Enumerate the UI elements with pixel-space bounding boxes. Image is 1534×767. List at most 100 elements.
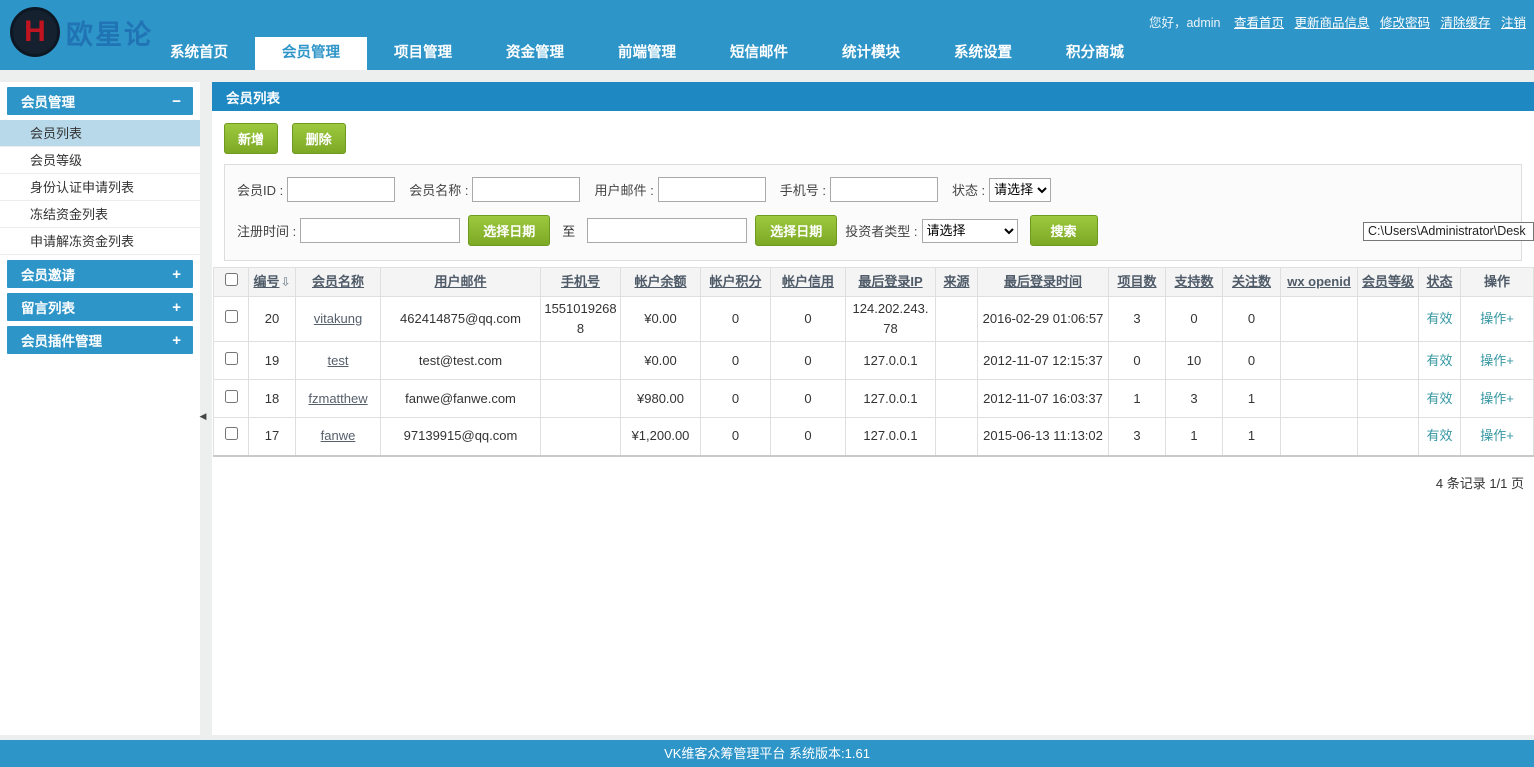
nav-tab-frontend-management[interactable]: 前端管理 xyxy=(591,37,703,70)
nav-tab-member-management[interactable]: 会员管理 xyxy=(255,37,367,70)
status-link[interactable]: 有效 xyxy=(1426,428,1452,443)
header-email: 用户邮件 xyxy=(380,267,541,297)
pick-date-from-button[interactable]: 选择日期 xyxy=(468,215,551,246)
sort-wx-openid-link[interactable]: wx openid xyxy=(1287,274,1351,289)
expand-plus-icon[interactable]: + xyxy=(172,266,181,283)
member-name-link[interactable]: fzmatthew xyxy=(308,391,367,406)
header-last-login-time: 最后登录时间 xyxy=(977,267,1109,297)
nav-tab-funds-management[interactable]: 资金管理 xyxy=(479,37,591,70)
cell-source xyxy=(935,379,978,418)
phone-input[interactable] xyxy=(829,177,938,202)
sidebar-item-identity-verification-list[interactable]: 身份认证申请列表 xyxy=(0,174,200,201)
expand-plus-icon[interactable]: + xyxy=(172,299,181,316)
cell-status: 有效 xyxy=(1418,341,1461,380)
expand-plus-icon[interactable]: + xyxy=(172,332,181,349)
add-button[interactable]: 新增 xyxy=(224,123,279,154)
change-password-link[interactable]: 修改密码 xyxy=(1380,16,1430,30)
header-action: 操作 xyxy=(1460,267,1534,297)
cell-source xyxy=(935,296,978,342)
action-link[interactable]: 操作+ xyxy=(1480,428,1514,443)
footer-bar: VK维客众筹管理平台 系统版本:1.61 xyxy=(0,740,1534,767)
pick-date-to-button[interactable]: 选择日期 xyxy=(755,215,838,246)
status-label: 状态 : xyxy=(951,183,986,198)
cell-wx-openid xyxy=(1280,341,1358,380)
sort-balance-link[interactable]: 帐户余额 xyxy=(634,274,686,289)
status-link[interactable]: 有效 xyxy=(1426,391,1452,406)
member-id-input[interactable] xyxy=(287,177,396,202)
row-checkbox[interactable] xyxy=(224,351,238,365)
row-checkbox[interactable] xyxy=(224,389,238,403)
sort-points-link[interactable]: 帐户积分 xyxy=(709,274,761,289)
member-table: 编号⇩ 会员名称 用户邮件 手机号 帐户余额 帐户积分 帐户信用 最后登录IP … xyxy=(213,267,1534,457)
nav-tab-system-settings[interactable]: 系统设置 xyxy=(927,37,1039,70)
nav-tab-points-mall[interactable]: 积分商城 xyxy=(1039,37,1151,70)
nav-tab-statistics-module[interactable]: 统计模块 xyxy=(815,37,927,70)
nav-tab-project-management[interactable]: 项目管理 xyxy=(367,37,479,70)
select-all-checkbox[interactable] xyxy=(224,273,238,286)
sort-follow-count-link[interactable]: 关注数 xyxy=(1232,274,1271,289)
cell-member-name: vitakung xyxy=(295,296,381,342)
sidebar-item-unfreeze-request-list[interactable]: 申请解冻资金列表 xyxy=(0,228,200,255)
sort-status-link[interactable]: 状态 xyxy=(1426,274,1452,289)
logout-link[interactable]: 注销 xyxy=(1501,16,1526,30)
member-name-link[interactable]: fanwe xyxy=(321,428,356,443)
sidebar-member-items: 会员列表 会员等级 身份认证申请列表 冻结资金列表 申请解冻资金列表 xyxy=(0,120,200,255)
collapse-minus-icon[interactable]: − xyxy=(172,93,181,110)
sort-project-count-link[interactable]: 项目数 xyxy=(1117,274,1156,289)
action-link[interactable]: 操作+ xyxy=(1480,391,1514,406)
cell-phone xyxy=(540,417,621,456)
register-time-from-input[interactable] xyxy=(300,218,461,243)
update-product-info-link[interactable]: 更新商品信息 xyxy=(1294,16,1369,30)
cell-balance: ¥0.00 xyxy=(620,341,701,380)
row-checkbox[interactable] xyxy=(224,310,238,323)
sidebar-collapse-handle[interactable]: ◀ xyxy=(198,396,208,436)
cell-last-login-time: 2012-11-07 12:15:37 xyxy=(977,341,1109,380)
sidebar-item-member-list[interactable]: 会员列表 xyxy=(0,120,200,147)
action-link[interactable]: 操作+ xyxy=(1480,311,1514,326)
sidebar-section-message-list[interactable]: 留言列表 + xyxy=(7,293,193,321)
row-select-cell xyxy=(213,341,249,380)
sort-email-link[interactable]: 用户邮件 xyxy=(434,274,486,289)
sort-id-link[interactable]: 编号 xyxy=(253,274,279,289)
member-table-body: 20 vitakung 462414875@qq.com 15510192688… xyxy=(213,296,1534,456)
cell-wx-openid xyxy=(1280,417,1358,456)
sort-last-ip-link[interactable]: 最后登录IP xyxy=(858,274,922,289)
sort-down-icon[interactable]: ⇩ xyxy=(280,272,290,292)
sort-source-link[interactable]: 来源 xyxy=(943,274,969,289)
row-checkbox[interactable] xyxy=(224,427,238,441)
header-phone: 手机号 xyxy=(540,267,621,297)
status-link[interactable]: 有效 xyxy=(1426,353,1452,368)
delete-button[interactable]: 删除 xyxy=(291,123,346,154)
phone-label: 手机号 : xyxy=(779,183,826,198)
search-button[interactable]: 搜索 xyxy=(1029,215,1098,246)
member-name-input[interactable] xyxy=(472,177,581,202)
member-name-link[interactable]: vitakung xyxy=(314,311,362,326)
register-time-to-input[interactable] xyxy=(587,218,748,243)
sidebar-section-member-invite[interactable]: 会员邀请 + xyxy=(7,260,193,288)
nav-tab-sms-email[interactable]: 短信邮件 xyxy=(703,37,815,70)
clear-cache-link[interactable]: 清除缓存 xyxy=(1440,16,1490,30)
action-link[interactable]: 操作+ xyxy=(1480,353,1514,368)
sort-support-count-link[interactable]: 支持数 xyxy=(1174,274,1213,289)
sidebar-section-member-management[interactable]: 会员管理 − xyxy=(7,87,193,115)
sort-member-name-link[interactable]: 会员名称 xyxy=(312,274,364,289)
cell-points: 0 xyxy=(700,341,771,380)
sidebar-item-member-level[interactable]: 会员等级 xyxy=(0,147,200,174)
cell-last-ip: 124.202.243.78 xyxy=(845,296,936,342)
sort-last-login-time-link[interactable]: 最后登录时间 xyxy=(1004,274,1082,289)
member-name-link[interactable]: test xyxy=(328,353,349,368)
sort-phone-link[interactable]: 手机号 xyxy=(561,274,600,289)
cell-action: 操作+ xyxy=(1460,296,1534,342)
nav-tab-system-home[interactable]: 系统首页 xyxy=(143,37,255,70)
sidebar-item-frozen-funds-list[interactable]: 冻结资金列表 xyxy=(0,201,200,228)
sidebar-section-member-plugin-management[interactable]: 会员插件管理 + xyxy=(7,326,193,354)
sidebar-section-label: 会员管理 xyxy=(21,95,75,110)
investor-type-select[interactable]: 请选择 xyxy=(921,218,1018,243)
sort-credit-link[interactable]: 帐户信用 xyxy=(782,274,834,289)
cell-member-level xyxy=(1357,379,1419,418)
sort-member-level-link[interactable]: 会员等级 xyxy=(1362,274,1414,289)
status-link[interactable]: 有效 xyxy=(1426,311,1452,326)
email-input[interactable] xyxy=(657,177,766,202)
view-homepage-link[interactable]: 查看首页 xyxy=(1234,16,1284,30)
status-select[interactable]: 请选择 xyxy=(989,177,1052,202)
